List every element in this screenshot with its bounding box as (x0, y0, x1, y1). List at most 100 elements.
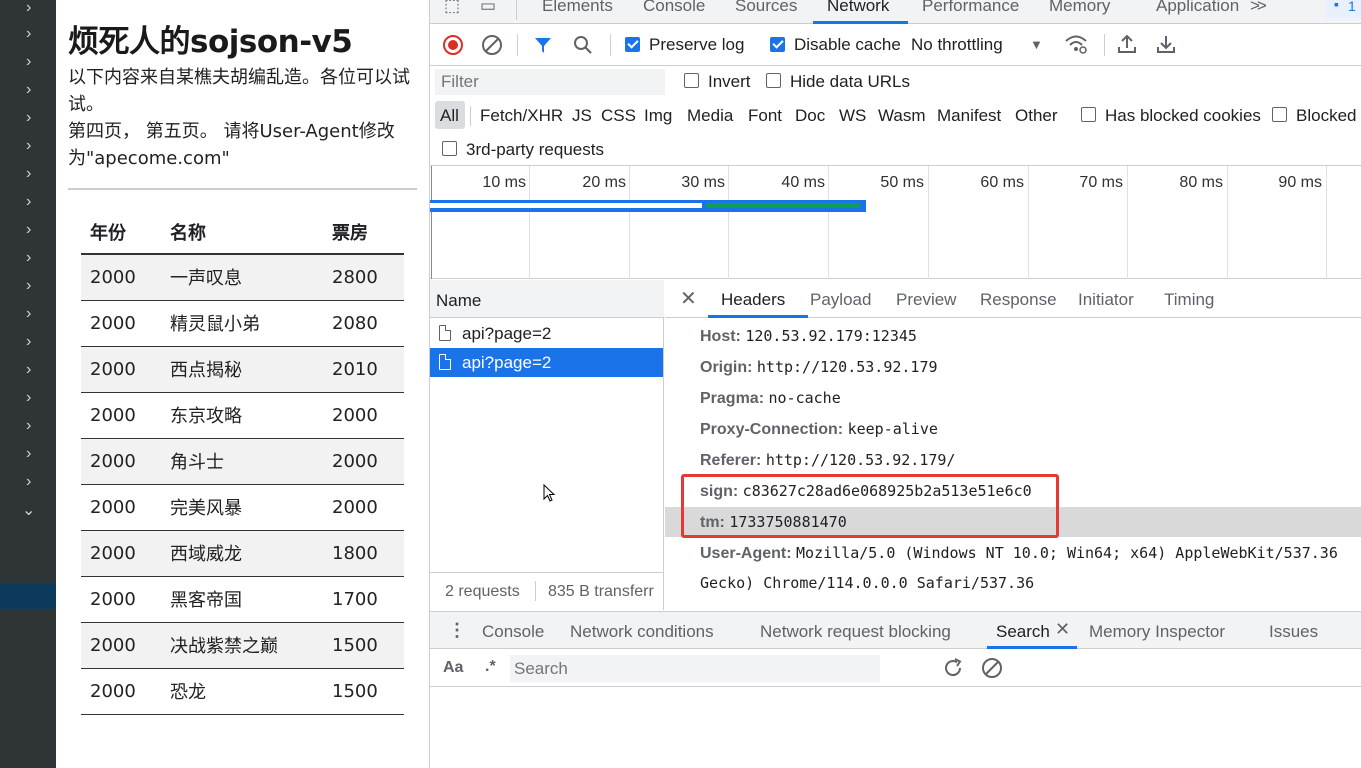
tab-console[interactable]: Console (643, 0, 705, 16)
close-icon[interactable]: ✕ (680, 286, 697, 311)
clear-search-icon[interactable] (981, 657, 1003, 679)
chevron-down-icon[interactable]: ⌄ (22, 503, 38, 519)
import-har-icon[interactable] (1116, 33, 1138, 55)
record-stop-icon[interactable] (442, 34, 464, 56)
cell-year: 2000 (81, 484, 161, 531)
tab-application[interactable]: Application (1156, 0, 1239, 16)
tab-response[interactable]: Response (980, 290, 1057, 310)
active-tab-indicator (708, 315, 808, 318)
chevron-right-icon[interactable]: › (26, 166, 42, 182)
drawer-tab-console[interactable]: Console (482, 622, 544, 642)
tab-preview[interactable]: Preview (896, 290, 956, 310)
type-font[interactable]: Font (748, 106, 782, 126)
has-blocked-cookies-checkbox[interactable] (1081, 107, 1096, 122)
request-row-selected[interactable]: api?page=2 (430, 348, 663, 377)
more-tabs-icon[interactable]: >> (1250, 0, 1267, 16)
tab-performance[interactable]: Performance (922, 0, 1019, 16)
type-ws[interactable]: WS (839, 106, 866, 126)
drawer-tab-network-conditions[interactable]: Network conditions (570, 622, 714, 642)
throttling-select[interactable]: No throttling (911, 35, 1003, 55)
chevron-right-icon[interactable]: › (26, 474, 42, 490)
inspect-element-icon[interactable]: ⬚ (444, 0, 460, 16)
chevron-right-icon[interactable]: › (26, 446, 42, 462)
drawer-tab-search[interactable]: Search (996, 622, 1050, 642)
hide-data-urls-checkbox[interactable] (766, 73, 781, 88)
request-list-header[interactable]: Name (430, 280, 664, 318)
request-bar-download (706, 203, 860, 208)
blocked-requests-checkbox[interactable] (1272, 107, 1287, 122)
tab-timing[interactable]: Timing (1164, 290, 1214, 310)
chevron-right-icon[interactable]: › (26, 362, 42, 378)
chevron-right-icon[interactable]: › (26, 26, 42, 42)
match-case-toggle[interactable]: Aa (443, 659, 463, 677)
chevron-right-icon[interactable]: › (26, 250, 42, 266)
network-conditions-icon[interactable] (1064, 33, 1088, 55)
chevron-right-icon[interactable]: › (26, 138, 42, 154)
preserve-log-checkbox[interactable] (625, 37, 640, 52)
description-line-2: 第四页， 第五页。 请将User-Agent修改为"apecome.com" (68, 121, 395, 169)
type-doc[interactable]: Doc (795, 106, 825, 126)
chevron-right-icon[interactable]: › (26, 334, 42, 350)
drawer-tab-memory-inspector[interactable]: Memory Inspector (1089, 622, 1225, 642)
tab-memory[interactable]: Memory (1049, 0, 1110, 16)
request-row[interactable]: api?page=2 (430, 319, 663, 348)
tick-label: 20 ms (582, 174, 626, 191)
chevron-right-icon[interactable]: › (26, 418, 42, 434)
more-options-icon[interactable]: ⋮ (448, 620, 466, 641)
drawer-tab-issues[interactable]: Issues (1269, 622, 1318, 642)
device-toolbar-icon[interactable]: ▭ (480, 0, 496, 16)
chevron-right-icon[interactable]: › (26, 390, 42, 406)
chevron-right-icon[interactable]: › (26, 306, 42, 322)
separator (1104, 34, 1105, 56)
search-icon[interactable] (572, 34, 594, 56)
search-bar: Aa .* (430, 649, 1361, 687)
chevron-right-icon[interactable]: › (26, 278, 42, 294)
header-row: Pragma: no-cache (700, 389, 841, 408)
chevron-right-icon[interactable]: › (26, 222, 42, 238)
tab-sources[interactable]: Sources (735, 0, 797, 16)
clear-icon[interactable] (481, 34, 503, 56)
chevron-right-icon[interactable]: › (26, 194, 42, 210)
close-icon[interactable]: ✕ (1055, 619, 1070, 640)
type-js[interactable]: JS (572, 106, 592, 126)
refresh-icon[interactable] (942, 657, 964, 679)
tab-initiator[interactable]: Initiator (1078, 290, 1134, 310)
tab-headers[interactable]: Headers (721, 290, 785, 310)
invert-checkbox[interactable] (684, 73, 699, 88)
search-input[interactable] (510, 655, 880, 682)
tick-line (1326, 166, 1327, 279)
table-row: 2000 西点揭秘 2010 (81, 346, 404, 393)
type-all[interactable]: All (440, 106, 459, 126)
cell-name: 角斗士 (161, 438, 323, 485)
drawer-tab-bar: ⋮ Console Network conditions Network req… (430, 611, 1361, 649)
separator (517, 34, 518, 56)
type-img[interactable]: Img (644, 106, 672, 126)
type-wasm[interactable]: Wasm (878, 106, 926, 126)
type-other[interactable]: Other (1015, 106, 1058, 126)
issues-badge[interactable]: ▪ 1 (1326, 0, 1361, 18)
third-party-checkbox[interactable] (442, 141, 457, 156)
regex-toggle[interactable]: .* (485, 658, 496, 676)
filter-input[interactable] (435, 69, 665, 95)
filter-icon[interactable] (533, 35, 553, 55)
dropdown-arrow-icon[interactable]: ▼ (1030, 37, 1043, 52)
export-har-icon[interactable] (1155, 33, 1177, 55)
type-media[interactable]: Media (687, 106, 733, 126)
tab-elements[interactable]: Elements (542, 0, 613, 16)
disable-cache-checkbox[interactable] (770, 37, 785, 52)
chevron-right-icon[interactable]: › (26, 54, 42, 70)
timeline-overview[interactable]: 10 ms 20 ms 30 ms 40 ms 50 ms 60 ms 70 m… (430, 166, 1361, 279)
chevron-right-icon[interactable]: › (26, 110, 42, 126)
column-header-boxoffice: 票房 (323, 210, 404, 255)
header-row: Host: 120.53.92.179:12345 (700, 327, 917, 346)
chevron-right-icon[interactable]: › (26, 0, 42, 16)
type-fetch-xhr[interactable]: Fetch/XHR (480, 106, 563, 126)
cell-boxoffice: 1500 (323, 622, 404, 669)
type-css[interactable]: CSS (601, 106, 636, 126)
chevron-right-icon[interactable]: › (26, 82, 42, 98)
tab-network[interactable]: Network (827, 0, 889, 16)
drawer-tab-request-blocking[interactable]: Network request blocking (760, 622, 951, 642)
start-line (431, 166, 432, 279)
tab-payload[interactable]: Payload (810, 290, 871, 310)
type-manifest[interactable]: Manifest (937, 106, 1001, 126)
